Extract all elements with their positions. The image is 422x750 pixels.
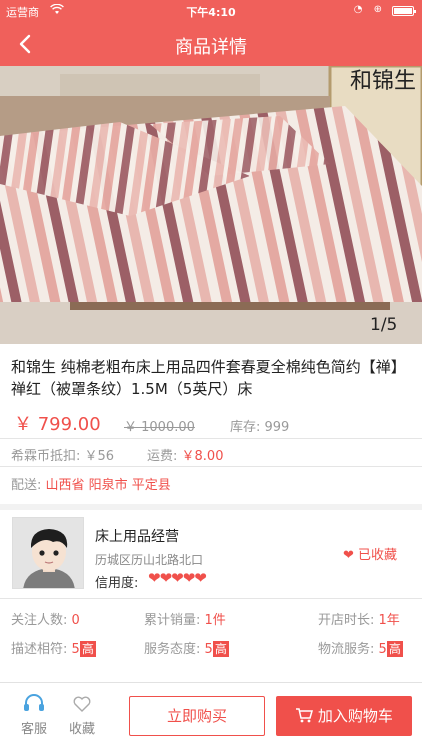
followers-label: 关注人数:	[11, 613, 68, 628]
product-image-gallery[interactable]: 和锦生 1/5	[0, 66, 422, 344]
product-title: 和锦生 纯棉老粗布床上用品四件套春夏全棉纯色简约【禅】禅红（被罩条纹）1.5M（…	[11, 358, 406, 398]
status-bar: 运营商 下午4:10 ◔ ⊕	[0, 0, 422, 22]
divider	[0, 438, 422, 439]
service-label: 客服	[20, 722, 47, 737]
favorite-label: 收藏	[68, 722, 95, 737]
logistics-label: 物流服务:	[318, 642, 375, 657]
calligraphy-text: 和锦生	[350, 69, 416, 94]
store-avatar[interactable]	[12, 517, 84, 589]
headset-icon	[14, 694, 54, 718]
favorite-status: 已收藏	[358, 548, 398, 563]
desc-rating-badge: 高	[79, 641, 96, 657]
service-rating: 服务态度: 5高	[144, 638, 229, 657]
product-image: 和锦生 1/5	[0, 66, 422, 344]
original-price: ￥ 1000.00	[124, 420, 195, 435]
add-to-cart-button[interactable]: 加入购物车	[276, 696, 412, 736]
credit-label: 信用度:	[95, 576, 139, 591]
age-label: 开店时长:	[318, 613, 375, 628]
divider	[0, 598, 422, 599]
cart-label: 加入购物车	[317, 707, 393, 725]
followers-stat: 关注人数: 0	[11, 609, 80, 628]
page-title: 商品详情	[175, 37, 247, 58]
service-rating-badge: 高	[212, 641, 229, 657]
credit-hearts: ❤❤❤❤❤	[148, 569, 207, 587]
age-value: 1年	[378, 613, 400, 628]
sales-label: 累计销量:	[144, 613, 201, 628]
delivery-address[interactable]: 配送: 山西省 阳泉市 平定县	[11, 474, 171, 493]
cart-icon	[295, 707, 314, 725]
coin-label: 希霖币抵扣:	[11, 449, 81, 464]
heart-outline-icon	[62, 694, 102, 718]
sales-value: 1件	[204, 613, 226, 628]
nav-bar: 商品详情	[0, 22, 422, 66]
coin-value: ￥56	[84, 449, 115, 464]
desc-score: 5	[71, 642, 80, 657]
image-counter: 1/5	[370, 315, 397, 335]
shipping-fee: 运费: ￥8.00	[147, 445, 223, 464]
heart-icon: ❤	[343, 548, 354, 563]
shop-age-stat: 开店时长: 1年	[318, 609, 400, 628]
battery-level	[394, 8, 412, 14]
service-label: 服务态度:	[144, 642, 201, 657]
sales-stat: 累计销量: 1件	[144, 609, 226, 628]
delivery-label: 配送:	[11, 478, 42, 493]
delivery-value: 山西省 阳泉市 平定县	[45, 478, 171, 493]
shipping-value: ￥8.00	[181, 449, 224, 464]
store-address: 历城区历山北路北口	[95, 553, 204, 567]
desc-label: 描述相符:	[11, 642, 68, 657]
store-name[interactable]: 床上用品经营	[95, 526, 179, 546]
product-price: ￥ 799.00	[14, 414, 101, 435]
alarm-lock-icon: ◔ ⊕	[353, 4, 386, 15]
coin-deduction: 希霖币抵扣: ￥56	[11, 445, 114, 464]
logistics-rating: 物流服务: 5高	[318, 638, 403, 657]
customer-service-tab[interactable]: 客服	[14, 694, 54, 737]
service-score: 5	[204, 642, 213, 657]
stock-count: 库存: 999	[230, 420, 290, 435]
logistics-rating-badge: 高	[386, 641, 403, 657]
store-favorite-toggle[interactable]: ❤ 已收藏	[343, 544, 397, 563]
buy-now-button[interactable]: 立即购买	[129, 696, 265, 736]
description-rating: 描述相符: 5高	[11, 638, 96, 657]
divider	[0, 466, 422, 467]
logistics-score: 5	[378, 642, 387, 657]
battery-icon	[392, 6, 416, 16]
shipping-label: 运费:	[147, 449, 178, 464]
followers-value: 0	[71, 613, 80, 628]
favorite-tab[interactable]: 收藏	[62, 694, 102, 737]
